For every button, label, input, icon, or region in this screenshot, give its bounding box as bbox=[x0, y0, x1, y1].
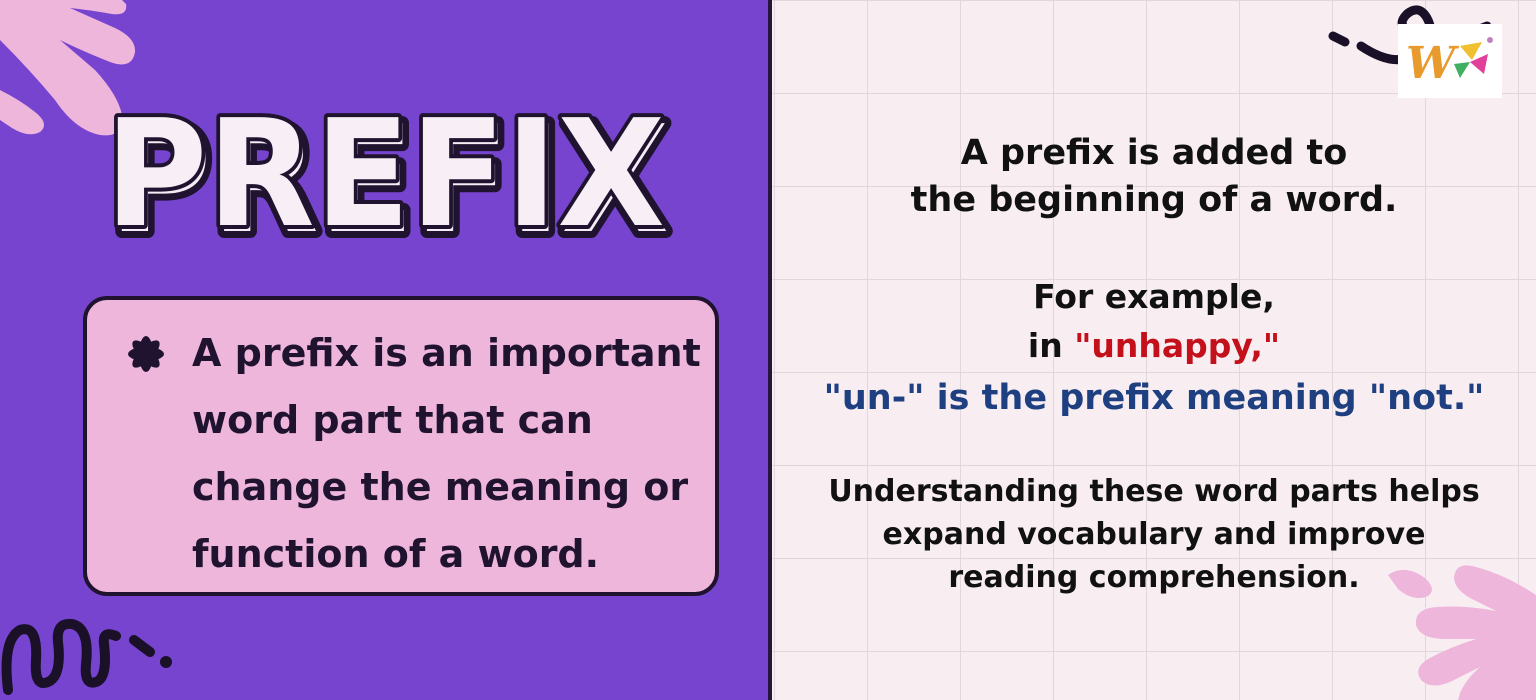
example-word: "unhappy," bbox=[1074, 326, 1281, 365]
definition-text: A prefix is an important word part that … bbox=[192, 320, 712, 588]
title-graphic: PREFIX PREFIX bbox=[101, 95, 676, 255]
definition-line: word part that can bbox=[192, 398, 593, 442]
w-logo-icon: W bbox=[1398, 24, 1502, 98]
summary-line: Understanding these word parts helps bbox=[828, 474, 1480, 509]
summary-line: expand vocabulary and improve bbox=[882, 517, 1426, 552]
squiggle-decoration-bottom-left bbox=[1, 618, 172, 695]
example-prefix-text: in bbox=[1027, 326, 1075, 365]
svg-text:W: W bbox=[1406, 38, 1460, 89]
summary-line: reading comprehension. bbox=[948, 560, 1360, 595]
summary-text: Understanding these word parts helps exp… bbox=[772, 470, 1536, 599]
definition-line: A prefix is an important bbox=[192, 331, 701, 375]
definition-line: change the meaning or bbox=[192, 465, 689, 509]
example-line-2: in "unhappy," bbox=[772, 324, 1536, 368]
example-line-3: "un-" is the prefix meaning "not." bbox=[823, 378, 1485, 418]
page-title: PREFIX bbox=[105, 95, 665, 255]
intro-line: the beginning of a word. bbox=[910, 180, 1398, 220]
asterisk-flower-icon bbox=[128, 336, 164, 372]
right-panel: A prefix is added to the beginning of a … bbox=[772, 0, 1536, 700]
example-line-1: For example, bbox=[1033, 277, 1275, 316]
intro-line: A prefix is added to bbox=[960, 133, 1348, 173]
intro-text: A prefix is added to the beginning of a … bbox=[772, 130, 1536, 224]
definition-callout: A prefix is an important word part that … bbox=[83, 296, 719, 596]
left-panel: PREFIX PREFIX A prefix is an important w… bbox=[0, 0, 770, 700]
definition-line: function of a word. bbox=[192, 532, 600, 576]
